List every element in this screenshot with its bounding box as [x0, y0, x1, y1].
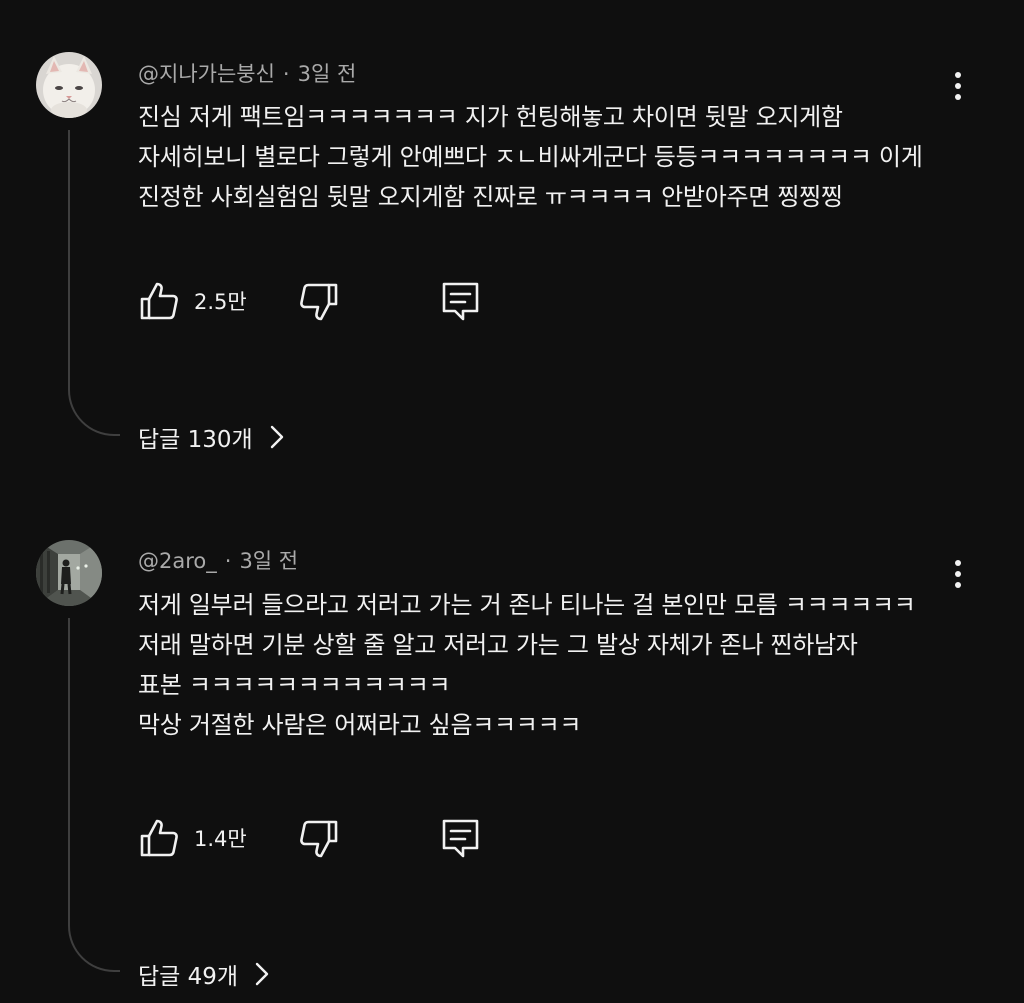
comment-meta: @2aro_ · 3일 전 — [138, 545, 298, 575]
comment-thread: @2aro_ · 3일 전 저게 일부러 들으라고 저러고 가는 거 존나 티나는 … — [0, 0, 1024, 1003]
reply-icon — [442, 819, 479, 858]
more-vert-icon — [955, 560, 961, 566]
comment-line: 막상 거절한 사람은 어쩌라고 싶음ㅋㅋㅋㅋㅋ — [138, 711, 582, 739]
comment-timestamp[interactable]: 3일 전 — [239, 549, 298, 573]
comment-line: 저게 일부러 들으라고 저러고 가는 거 존나 티나는 걸 본인만 모름 ㅋㅋㅋ… — [138, 591, 916, 619]
like-count: 1.4만 — [194, 827, 247, 851]
meta-separator: · — [224, 549, 232, 573]
comment-line: 표본 ㅋㅋㅋㅋㅋㅋㅋㅋㅋㅋㅋㅋ — [138, 671, 451, 699]
author-name[interactable]: @2aro_ — [138, 549, 217, 573]
avatar[interactable] — [36, 540, 102, 606]
comment-line: 저래 말하면 기분 상할 줄 알고 저러고 가는 그 발상 자체가 존나 찐하남… — [138, 631, 858, 659]
more-options-button[interactable] — [944, 552, 972, 596]
person-in-corridor-avatar-icon — [36, 540, 102, 606]
like-icon — [140, 819, 178, 857]
dislike-icon — [300, 820, 338, 858]
chevron-right-icon — [255, 962, 269, 986]
replies-count-label: 답글 49개 — [138, 964, 239, 990]
thread-line — [68, 618, 120, 972]
dislike-button[interactable] — [298, 818, 340, 860]
comment-text: 저게 일부러 들으라고 저러고 가는 거 존나 티나는 걸 본인만 모름 ㅋㅋㅋ… — [138, 585, 938, 745]
reply-button[interactable] — [441, 817, 481, 859]
like-button[interactable]: 1.4만 — [138, 817, 247, 859]
view-replies-button[interactable]: 답글 49개 — [138, 957, 270, 991]
